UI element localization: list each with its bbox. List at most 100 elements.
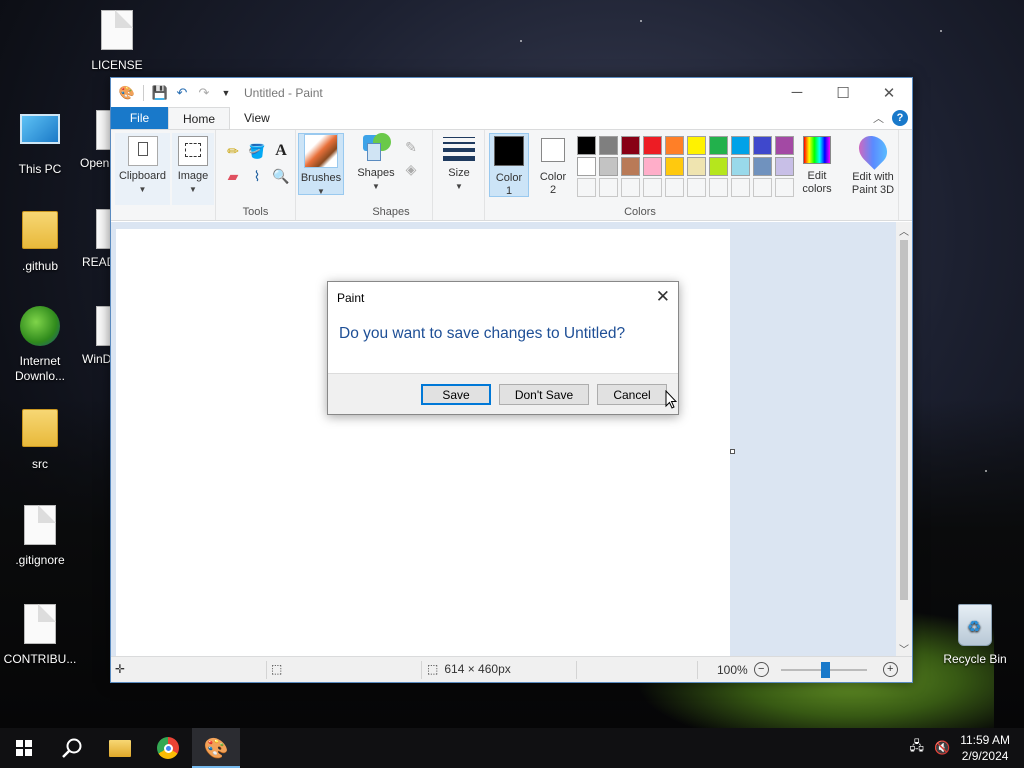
- outline-icon[interactable]: ✎: [402, 138, 420, 156]
- vertical-scrollbar[interactable]: ︿ ﹀: [896, 222, 912, 656]
- paint3d-label-line1: Edit with: [852, 171, 894, 183]
- desktop-icon-open[interactable]: Open: [72, 108, 112, 170]
- desktop-icon-contributing[interactable]: CONTRIBU...: [0, 602, 80, 666]
- image-button[interactable]: Image ▼: [172, 133, 214, 205]
- file-explorer-button[interactable]: [96, 728, 144, 768]
- volume-muted-icon[interactable]: 🔇: [934, 740, 950, 756]
- quick-access-toolbar: 🎨 💾 ↶ ↷ ▼: [111, 84, 234, 101]
- custom-color-slot[interactable]: [599, 178, 618, 197]
- desktop-icon-this-pc[interactable]: This PC: [0, 108, 80, 176]
- desktop-icon-gitignore[interactable]: .gitignore: [0, 503, 80, 567]
- zoom-slider[interactable]: [780, 661, 867, 678]
- custom-color-slot[interactable]: [753, 178, 772, 197]
- edit-colors-button[interactable]: Edit colors: [797, 133, 837, 197]
- custom-color-slot[interactable]: [665, 178, 684, 197]
- color-swatch[interactable]: [599, 136, 618, 155]
- help-icon[interactable]: ?: [892, 110, 908, 126]
- color-swatch[interactable]: [731, 136, 750, 155]
- color-swatch[interactable]: [753, 136, 772, 155]
- undo-icon[interactable]: ↶: [174, 85, 190, 101]
- zoom-slider-thumb[interactable]: [820, 661, 830, 678]
- scroll-thumb[interactable]: [900, 240, 908, 600]
- pencil-icon[interactable]: ✏: [224, 142, 242, 160]
- custom-color-slot[interactable]: [709, 178, 728, 197]
- tab-file[interactable]: File: [111, 107, 168, 129]
- custom-color-slot[interactable]: [775, 178, 794, 197]
- color-swatch[interactable]: [731, 157, 750, 176]
- clipboard-button[interactable]: Clipboard ▼: [115, 133, 170, 205]
- color-swatch[interactable]: [687, 157, 706, 176]
- custom-color-slot[interactable]: [687, 178, 706, 197]
- color-swatch[interactable]: [709, 136, 728, 155]
- eraser-icon[interactable]: ▰: [224, 167, 242, 185]
- resize-handle[interactable]: [730, 449, 735, 454]
- network-icon[interactable]: 🖧: [910, 737, 925, 759]
- color-swatch[interactable]: [665, 157, 684, 176]
- desktop-icon-label: Open: [80, 156, 110, 170]
- color-swatch[interactable]: [775, 157, 794, 176]
- desktop-icon-readme[interactable]: READ: [72, 207, 112, 269]
- ribbon-tabs: File Home View ︿ ?: [111, 107, 912, 129]
- dont-save-button[interactable]: Don't Save: [499, 384, 589, 405]
- color-swatch[interactable]: [577, 136, 596, 155]
- customize-qat-icon[interactable]: ▼: [218, 85, 234, 101]
- color-picker-icon[interactable]: ⌇: [248, 167, 266, 185]
- zoom-out-icon[interactable]: −: [753, 662, 769, 677]
- tab-view[interactable]: View: [230, 107, 284, 129]
- save-changes-dialog[interactable]: Paint ✕ Do you want to save changes to U…: [327, 281, 679, 415]
- edit-with-paint3d-button[interactable]: Edit with Paint 3D: [845, 130, 901, 197]
- magnifier-icon[interactable]: 🔍: [272, 167, 290, 185]
- save-icon[interactable]: 💾: [152, 85, 168, 101]
- color-swatch[interactable]: [621, 157, 640, 176]
- color1-button[interactable]: Color 1: [489, 133, 529, 197]
- color-swatch[interactable]: [775, 136, 794, 155]
- scroll-down-icon[interactable]: ﹀: [896, 640, 912, 656]
- fill-icon[interactable]: ◈: [402, 160, 420, 178]
- custom-color-slot[interactable]: [577, 178, 596, 197]
- maximize-button[interactable]: ☐: [820, 78, 866, 107]
- desktop-icon-github[interactable]: .github: [0, 207, 80, 273]
- custom-color-slot[interactable]: [731, 178, 750, 197]
- title-bar[interactable]: 🎨 💾 ↶ ↷ ▼ Untitled - Paint ─ ☐ ✕: [111, 78, 912, 107]
- paint-taskbar-button[interactable]: 🎨: [192, 728, 240, 768]
- search-button[interactable]: [48, 728, 96, 768]
- tab-home[interactable]: Home: [168, 107, 231, 129]
- desktop-icon-license[interactable]: LICENSE: [77, 8, 157, 72]
- shapes-button[interactable]: Shapes ▼: [354, 133, 398, 195]
- start-button[interactable]: [0, 728, 48, 768]
- desktop-icon-idm[interactable]: Internet Downlo...: [0, 304, 80, 384]
- clipboard-label: Clipboard: [118, 170, 167, 182]
- cancel-button[interactable]: Cancel: [597, 384, 667, 405]
- color-swatch[interactable]: [643, 157, 662, 176]
- zoom-in-icon[interactable]: +: [882, 662, 898, 677]
- color-swatch[interactable]: [753, 157, 772, 176]
- clock[interactable]: 11:59 AM 2/9/2024: [960, 732, 1010, 764]
- group-colors: Color 1 Color 2 Edit colors Colors: [485, 130, 899, 220]
- close-button[interactable]: ✕: [866, 78, 912, 107]
- scroll-up-icon[interactable]: ︿: [896, 222, 912, 238]
- desktop-icon-src[interactable]: src: [0, 405, 80, 471]
- canvas-size-display: ⬚ 614 × 460px: [427, 662, 511, 676]
- dialog-close-icon[interactable]: ✕: [656, 287, 670, 307]
- fill-bucket-icon[interactable]: 🪣: [248, 142, 266, 160]
- color-swatch[interactable]: [643, 136, 662, 155]
- collapse-ribbon-icon[interactable]: ︿: [873, 110, 884, 126]
- color-swatch[interactable]: [687, 136, 706, 155]
- color2-button[interactable]: Color 2: [533, 133, 573, 197]
- custom-color-slot[interactable]: [621, 178, 640, 197]
- text-icon[interactable]: A: [272, 142, 290, 160]
- color-swatch[interactable]: [709, 157, 728, 176]
- desktop-icon-wind[interactable]: WinD: [72, 304, 112, 366]
- brushes-button[interactable]: Brushes ▼: [298, 133, 344, 196]
- size-button[interactable]: Size ▼: [437, 133, 481, 195]
- custom-color-slot[interactable]: [643, 178, 662, 197]
- minimize-button[interactable]: ─: [774, 78, 820, 107]
- color-swatch[interactable]: [577, 157, 596, 176]
- color-swatch[interactable]: [665, 136, 684, 155]
- color-swatch[interactable]: [621, 136, 640, 155]
- desktop-icon-recycle-bin[interactable]: ♻ Recycle Bin: [935, 602, 1015, 666]
- color-swatch[interactable]: [599, 157, 618, 176]
- save-button[interactable]: Save: [421, 384, 491, 405]
- redo-icon[interactable]: ↷: [196, 85, 212, 101]
- chrome-button[interactable]: [144, 728, 192, 768]
